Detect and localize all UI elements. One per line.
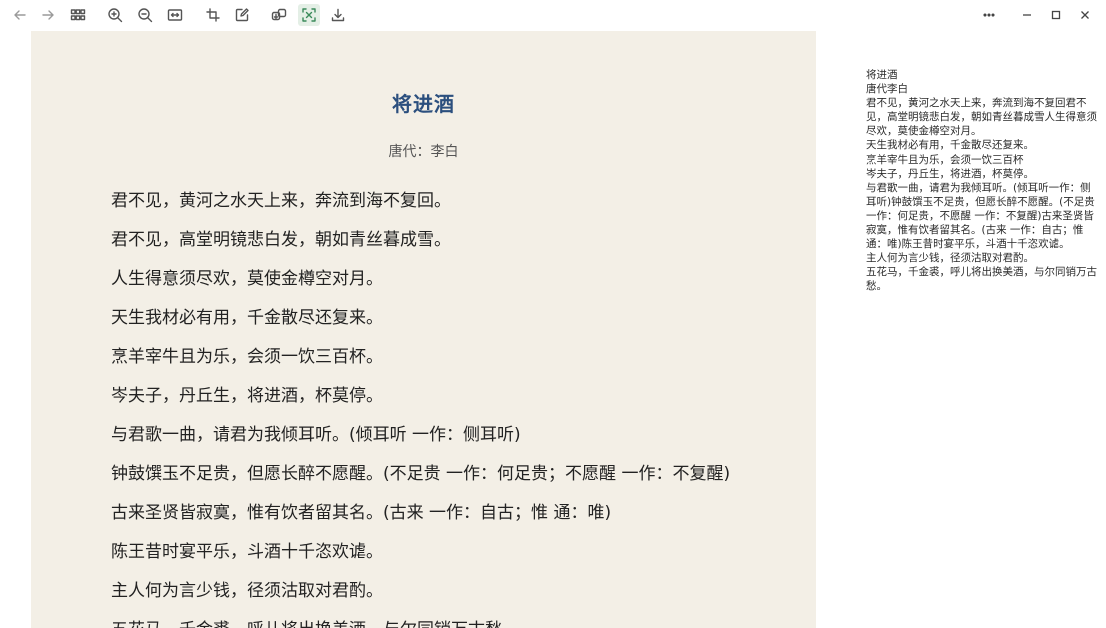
recognized-text-line: 天生我材必有用，千金散尽还复来。 <box>866 139 1034 152</box>
poem-line: 天生我材必有用，千金散尽还复来。 <box>111 308 383 328</box>
recognized-text-panel[interactable]: 将进酒 唐代李白 君不见，黄河之水天上来，奔流到海不复回君不见，高堂明镜悲白发，… <box>866 68 1098 294</box>
poem-line: 钟鼓馔玉不足贵，但愿长醉不愿醒。(不足贵 一作：何足贵；不愿醒 一作：不复醒) <box>111 464 731 484</box>
close-icon[interactable] <box>1073 4 1097 26</box>
fit-page-icon[interactable] <box>164 4 186 26</box>
text-recognition-icon[interactable] <box>298 4 320 26</box>
recognized-text-line: 唐代李白 <box>866 83 908 96</box>
poem-line: 陈王昔时宴平乐，斗酒十千恣欢谑。 <box>111 542 383 562</box>
recognized-text-line: 将进酒 <box>866 69 898 81</box>
poem-line: 君不见，高堂明镜悲白发，朝如青丝暮成雪。 <box>111 230 451 250</box>
poem-lines: 君不见，黄河之水天上来，奔流到海不复回。 君不见，高堂明镜悲白发，朝如青丝暮成雪… <box>111 186 730 628</box>
recognized-text-line: 与君歌一曲，请君为我倾耳听。(倾耳听一作：侧耳听)钟鼓馔玉不足贵，但愿长醉不愿醒… <box>866 181 1095 251</box>
more-options-icon[interactable] <box>977 4 1001 26</box>
poem-line: 主人何为言少钱，径须沽取对君酌。 <box>111 581 383 601</box>
forward-arrow-icon[interactable] <box>37 4 59 26</box>
poem-line: 古来圣贤皆寂寞，惟有饮者留其名。(古来 一作：自古；惟 通：唯) <box>111 503 612 523</box>
poem-line: 五花马，千金裘，呼儿将出换美酒，与尔同销万古愁。 <box>111 615 730 628</box>
minimize-icon[interactable] <box>1015 4 1039 26</box>
recognized-text-line: 君不见，黄河之水天上来，奔流到海不复回君不见，高堂明镜悲白发，朝如青丝暮成雪人生… <box>866 97 1097 138</box>
poem-line: 君不见，黄河之水天上来，奔流到海不复回。 <box>111 191 451 211</box>
translate-icon[interactable] <box>268 4 290 26</box>
zoom-in-icon[interactable] <box>104 4 126 26</box>
rotate-icon[interactable] <box>202 4 224 26</box>
edit-icon[interactable] <box>231 4 253 26</box>
recognized-text-line: 五花马，千金裘，呼儿将出换美酒，与尔同销万古愁。 <box>866 266 1097 293</box>
poem-author: 唐代：李白 <box>388 144 459 160</box>
recognized-text-line: 主人何为言少钱，径须沽取对君酌。 <box>866 252 1034 265</box>
document-page: 将进酒 唐代：李白 君不见，黄河之水天上来，奔流到海不复回。 君不见，高堂明镜悲… <box>31 31 816 628</box>
recognized-text-line: 岑夫子，丹丘生，将进酒，杯莫停。 <box>866 167 1034 180</box>
grid-view-icon[interactable] <box>67 4 89 26</box>
poem-title: 将进酒 <box>392 92 455 116</box>
zoom-out-icon[interactable] <box>134 4 156 26</box>
recognized-text-line: 烹羊宰牛且为乐，会须一饮三百杯 <box>866 153 1024 166</box>
maximize-icon[interactable] <box>1044 4 1068 26</box>
back-arrow-icon[interactable] <box>9 4 31 26</box>
poem-line: 岑夫子，丹丘生，将进酒，杯莫停。 <box>111 386 383 406</box>
poem-line: 与君歌一曲，请君为我倾耳听。(倾耳听 一作：侧耳听) <box>111 425 521 445</box>
poem-line: 人生得意须尽欢，莫使金樽空对月。 <box>111 269 383 289</box>
download-icon[interactable] <box>327 4 349 26</box>
poem-line: 烹羊宰牛且为乐，会须一饮三百杯。 <box>111 347 383 367</box>
toolbar <box>0 0 1106 30</box>
